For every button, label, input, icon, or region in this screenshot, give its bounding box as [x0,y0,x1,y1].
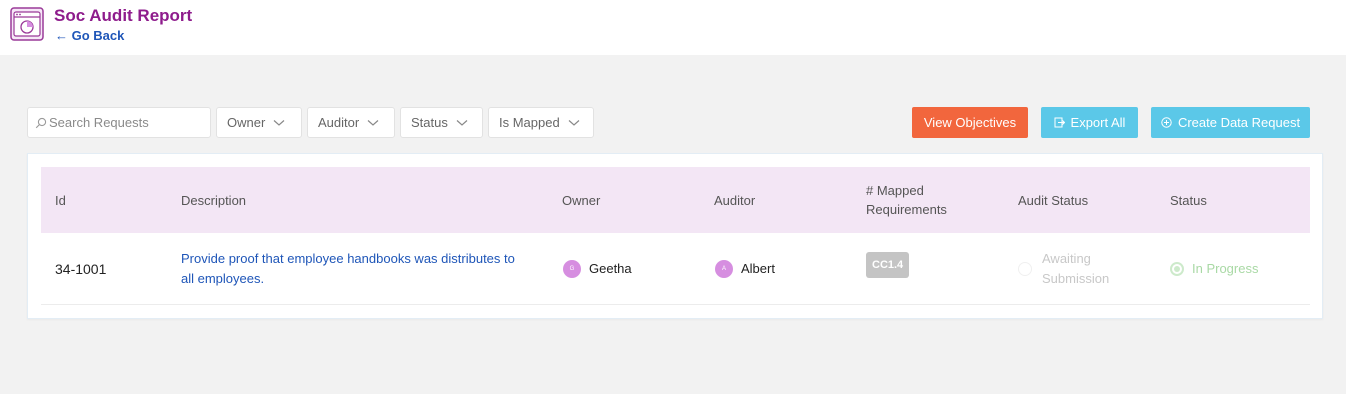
view-objectives-button[interactable]: View Objectives [912,107,1028,138]
request-description-line2: all employees. [181,270,265,286]
auditor-cell: A Albert [715,233,775,304]
column-header-mapped-line2: Requirements [866,202,947,217]
audit-status-text: Awaiting Submission [1042,249,1109,289]
go-back-link[interactable]: ← Go Back [55,28,124,43]
owner-name: Geetha [589,260,632,276]
audit-status-line2: Submission [1042,270,1110,286]
column-header-id[interactable]: Id [55,167,66,233]
chevron-down-icon [273,119,285,126]
in-progress-status-icon [1170,261,1184,276]
audit-status-indicator [1018,261,1032,276]
status-badge: In Progress [1192,260,1259,276]
auditor-filter-label: Auditor [318,115,360,130]
mapped-requirements-cell: CC1.4 [866,233,910,304]
audit-status-cell: Awaiting Submission [1018,233,1109,304]
column-header-status[interactable]: Status [1170,167,1207,233]
search-input[interactable] [49,108,209,137]
status-filter-dropdown[interactable]: Status [400,107,483,138]
auditor-filter-dropdown[interactable]: Auditor [307,107,395,138]
column-header-mapped-line1: # Mapped [866,183,924,198]
avatar: A [715,259,733,278]
chevron-down-icon [367,119,379,126]
requirement-tag[interactable]: CC1.4 [866,252,910,278]
request-id: 34-1001 [55,260,107,277]
create-data-request-label: Create Data Request [1177,115,1301,130]
export-all-button[interactable]: Export All [1041,107,1138,138]
page-title: Soc Audit Report [54,6,193,25]
owner-filter-label: Owner [227,115,266,130]
column-header-owner[interactable]: Owner [562,167,600,233]
audit-status-line1: Awaiting [1042,250,1091,266]
chevron-down-icon [456,119,468,126]
is-mapped-filter-label: Is Mapped [499,115,560,130]
export-icon [1054,117,1065,128]
chevron-down-icon [568,119,580,126]
column-header-description[interactable]: Description [181,167,246,233]
document-chart-icon [10,7,44,41]
requests-table-card: Id Description Owner Auditor # Mapped Re… [27,153,1323,319]
avatar: G [563,259,581,278]
table-header: Id Description Owner Auditor # Mapped Re… [41,167,1310,233]
create-data-request-button[interactable]: Create Data Request [1151,107,1310,138]
page-header: Soc Audit Report ← Go Back [0,0,1346,55]
status-cell: In Progress [1170,233,1258,304]
request-description-link[interactable]: Provide proof that employee handbooks wa… [181,233,515,304]
column-header-audit-status[interactable]: Audit Status [1018,167,1088,233]
table-row[interactable]: 34-1001 Provide proof that employee hand… [41,233,1310,305]
is-mapped-filter-dropdown[interactable]: Is Mapped [488,107,594,138]
export-all-label: Export All [1070,115,1126,130]
plus-circle-icon [1161,117,1172,128]
column-header-auditor[interactable]: Auditor [714,167,755,233]
status-filter-label: Status [411,115,448,130]
auditor-name: Albert [741,260,775,276]
search-box[interactable] [27,107,211,138]
owner-cell: G Geetha [563,233,632,304]
owner-filter-dropdown[interactable]: Owner [216,107,302,138]
column-header-mapped-requirements[interactable]: # Mapped Requirements [866,167,947,233]
request-description-line1: Provide proof that employee handbooks wa… [181,250,515,266]
view-objectives-label: View Objectives [923,115,1017,130]
search-icon [35,117,47,129]
